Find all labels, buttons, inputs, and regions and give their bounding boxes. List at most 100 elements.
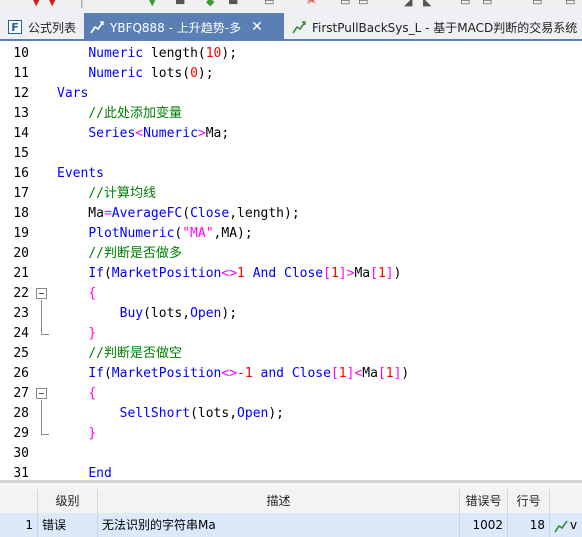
line-number: 31	[13, 466, 29, 480]
line-number: 12	[13, 86, 29, 101]
help-icon[interactable]: ▭	[565, 0, 575, 8]
line-number: 22	[13, 286, 29, 301]
tab-firstpullbacksys-label: FirstPullBackSys_L - 基于MACD判断的交易系统	[312, 20, 578, 35]
tab-ybfq888[interactable]: YBFQ888 - 上升趋势-多 ✕	[84, 13, 284, 39]
code-text: //此处添加变量	[88, 106, 182, 121]
tab-formula-list[interactable]: F 公式列表	[2, 13, 82, 39]
close-tab-icon[interactable]: ✕	[251, 19, 263, 35]
line-number: 10	[13, 46, 29, 61]
code-line[interactable]: 13 //此处添加变量	[0, 104, 582, 124]
line-number: 20	[13, 246, 29, 261]
line-number: 23	[13, 306, 29, 321]
code-line[interactable]: 14 Series<Numeric>Ma;	[0, 124, 582, 144]
toolbar-compile-icon[interactable]: ▼	[148, 0, 156, 8]
code-text: PlotNumeric("MA",MA);	[88, 226, 253, 241]
code-line[interactable]: 19 PlotNumeric("MA",MA);	[0, 224, 582, 244]
line-number: 11	[13, 66, 29, 81]
code-line[interactable]: 31 End	[0, 464, 582, 480]
toolbar-run-icon[interactable]: ▼	[32, 0, 40, 8]
toolbar-format-icon[interactable]: ▬	[175, 0, 185, 8]
code-text: //判断是否做多	[88, 246, 182, 261]
cut-icon[interactable]: ✂	[307, 0, 316, 8]
code-line[interactable]: 26 If(MarketPosition<>-1 and Close[1]<Ma…	[0, 364, 582, 384]
line-number: 14	[13, 126, 29, 141]
code-text: {	[88, 286, 97, 301]
error-row[interactable]: 1 错误 无法识别的字符串Ma 1002 18 v	[0, 513, 582, 537]
find-icon[interactable]: ▭	[460, 0, 470, 8]
strategy-icon	[90, 20, 104, 34]
code-line[interactable]: 12 Vars	[0, 84, 582, 104]
code-line[interactable]: 29 }	[0, 424, 582, 444]
code-text: End	[88, 466, 112, 480]
code-text: }	[88, 426, 97, 441]
line-number: 30	[13, 446, 29, 461]
code-text: Events	[57, 166, 104, 181]
code-text: Numeric lots(0);	[88, 66, 214, 81]
code-editor[interactable]: 10 Numeric length(10); 11 Numeric lots(0)…	[0, 43, 582, 480]
editor-tab-bar: F 公式列表 YBFQ888 - 上升趋势-多 ✕ FirstPullBackS…	[0, 10, 582, 41]
toolbar-green-icon[interactable]: ◆	[206, 0, 214, 8]
code-line[interactable]: 30	[0, 444, 582, 464]
line-number: 16	[13, 166, 29, 181]
line-number: 28	[13, 406, 29, 421]
code-line[interactable]: 16 Events	[0, 164, 582, 184]
line-number: 19	[13, 226, 29, 241]
code-line[interactable]: 10 Numeric length(10);	[0, 44, 582, 64]
code-text: Vars	[57, 86, 89, 101]
tab-ybfq888-label: YBFQ888 - 上升趋势-多	[110, 20, 242, 35]
header-extra	[550, 489, 582, 513]
line-number: 26	[13, 366, 29, 381]
code-text: //计算均线	[88, 186, 156, 201]
error-row-index: 1	[0, 513, 38, 537]
code-line[interactable]: 22 {	[0, 284, 582, 304]
error-row-extra-text: v	[570, 518, 578, 532]
replace-icon[interactable]: ▭	[482, 0, 492, 8]
line-number: 13	[13, 106, 29, 121]
toolbar-stop-icon[interactable]: ▼	[48, 0, 56, 8]
code-line[interactable]: 25 //判断是否做空	[0, 344, 582, 364]
code-line[interactable]: 21 If(MarketPosition<>1 And Close[1]>Ma[…	[0, 264, 582, 284]
settings-icon[interactable]: ▭	[532, 0, 542, 8]
code-line[interactable]: 23 Buy(lots,Open);	[0, 304, 582, 324]
error-row-code: 1002	[460, 513, 508, 537]
main-toolbar: ▼ ▼ | ▼ ▬ ◆ ▬ ▭ ✂ ▭ ▭ ◢ ◣ ▭ ▭ ▭ ▭	[0, 0, 582, 10]
strategy-icon	[554, 520, 568, 532]
line-number: 15	[13, 146, 29, 161]
strategy-icon	[292, 20, 306, 34]
code-text: {	[88, 386, 97, 401]
header-line-number[interactable]: 行号	[508, 489, 550, 513]
toolbar-tool-icon[interactable]: ▬	[228, 0, 238, 8]
code-line[interactable]: 20 //判断是否做多	[0, 244, 582, 264]
line-number: 27	[13, 386, 29, 401]
code-line[interactable]: 17 //计算均线	[0, 184, 582, 204]
paste-icon[interactable]: ▭	[358, 0, 368, 8]
header-level[interactable]: 级别	[38, 489, 98, 513]
code-text: If(MarketPosition<>1 And Close[1]>Ma[1])	[88, 266, 402, 281]
line-number: 25	[13, 346, 29, 361]
code-line[interactable]: 27 {	[0, 384, 582, 404]
tab-firstpullbacksys[interactable]: FirstPullBackSys_L - 基于MACD判断的交易系统	[286, 13, 582, 39]
code-line[interactable]: 28 SellShort(lots,Open);	[0, 404, 582, 424]
code-line[interactable]: 24 }	[0, 324, 582, 344]
line-number: 17	[13, 186, 29, 201]
redo-icon[interactable]: ◣	[423, 0, 431, 8]
error-table-header: 级别 描述 错误号 行号	[0, 489, 582, 513]
error-row-line: 18	[508, 513, 550, 537]
code-text: Buy(lots,Open);	[119, 306, 238, 321]
code-text: If(MarketPosition<>-1 and Close[1]<Ma[1]…	[88, 366, 410, 381]
header-description[interactable]: 描述	[98, 489, 460, 513]
line-number: 18	[13, 206, 29, 221]
code-line[interactable]: 11 Numeric lots(0);	[0, 64, 582, 84]
tab-formula-list-label: 公式列表	[28, 20, 77, 35]
code-text: Numeric length(10);	[88, 46, 238, 61]
code-text: }	[88, 326, 97, 341]
header-error-code[interactable]: 错误号	[460, 489, 508, 513]
code-text: SellShort(lots,Open);	[119, 406, 285, 421]
code-line[interactable]: 18 Ma=AverageFC(Close,length);	[0, 204, 582, 224]
copy-icon[interactable]: ▭	[340, 0, 350, 8]
code-text: Series<Numeric>Ma;	[88, 126, 230, 141]
undo-icon[interactable]: ◢	[404, 0, 412, 8]
code-line[interactable]: 15	[0, 144, 582, 164]
toolbar-window-icon[interactable]: ▭	[264, 0, 274, 8]
line-number: 21	[13, 266, 29, 281]
